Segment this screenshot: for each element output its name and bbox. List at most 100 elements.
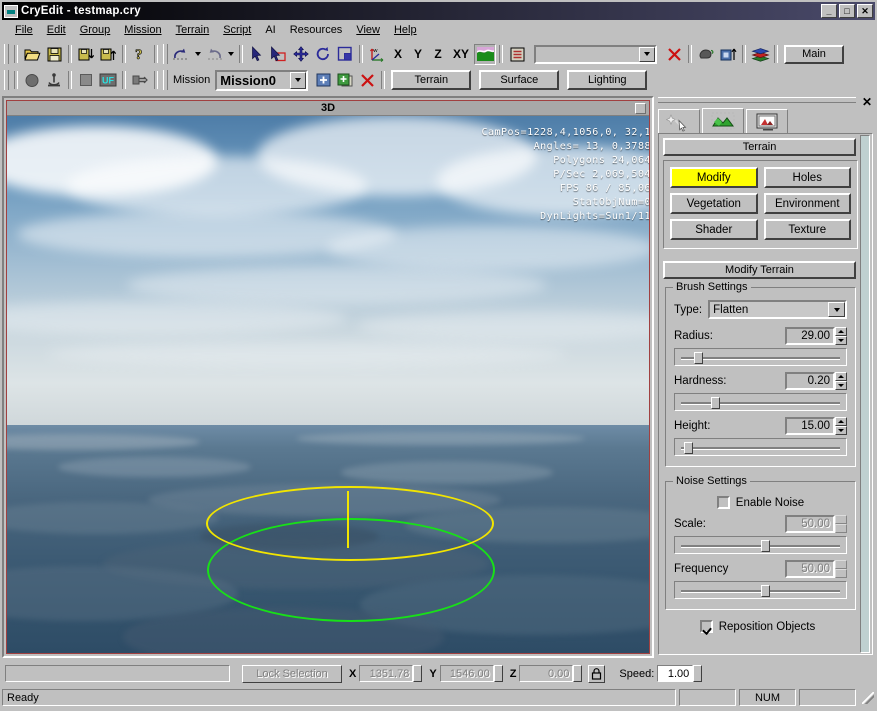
scale-tool-button[interactable] [334,44,356,65]
axis-z-button[interactable]: Z [428,47,448,61]
layer-combo-dropdown[interactable] [639,46,655,62]
select-object-button[interactable] [268,44,290,65]
noise-frequency-value[interactable]: 50.00 [785,560,835,578]
rollup-close-button[interactable]: ✕ [862,96,872,108]
spinner-down[interactable] [835,569,847,578]
menu-mission[interactable]: Mission [117,23,168,37]
reposition-objects-checkbox[interactable] [699,620,713,633]
noise-scale-slider[interactable] [674,536,847,554]
speed-value[interactable]: 1.00 [657,665,694,682]
coordinate-lock-button[interactable] [588,664,606,683]
noise-frequency-spinner[interactable] [835,560,847,578]
layers-list-button[interactable] [506,44,528,65]
move-tool-button[interactable] [290,44,312,65]
spinner-down[interactable] [835,524,847,533]
terrain-paint-button[interactable] [474,43,496,65]
modify-terrain-header[interactable]: Modify Terrain [663,261,856,279]
terrain-vegetation-button[interactable]: Vegetation [670,193,758,214]
brush-radius-value[interactable]: 29.00 [785,327,835,345]
axis-world-button[interactable]: w [366,44,388,65]
slider-thumb[interactable] [710,397,720,409]
import-up-button[interactable] [97,44,119,65]
viewport-close-box[interactable] [635,103,646,114]
mission-combo[interactable]: Mission0 [215,69,309,91]
fill-mode-button[interactable] [75,70,97,91]
ai-toggle-button[interactable] [43,70,65,91]
terrain-modify-button[interactable]: Modify [670,167,758,188]
spinner-up[interactable] [835,417,847,426]
toolbar-grip[interactable] [163,70,168,90]
lock-selection-button[interactable]: Lock Selection [242,664,342,683]
axis-y-button[interactable]: Y [408,47,428,61]
speed-spinner[interactable] [693,665,703,682]
brush-type-combo[interactable]: Flatten [708,300,847,319]
rotate-tool-button[interactable] [312,44,334,65]
terrain-texture-button[interactable]: Texture [763,219,851,240]
minimize-button[interactable]: _ [821,4,837,18]
physics-toggle-button[interactable] [21,70,43,91]
menu-ai[interactable]: AI [258,23,282,37]
rollup-drag-handle[interactable] [658,97,856,103]
menu-file[interactable]: File [8,23,40,37]
menu-terrain[interactable]: Terrain [169,23,217,37]
brush-height-slider[interactable] [674,438,847,456]
duplicate-mission-button[interactable] [334,70,356,91]
tab-objects[interactable] [658,109,700,134]
slider-thumb[interactable] [760,585,770,597]
noise-frequency-slider[interactable] [674,581,847,599]
add-mission-button[interactable] [312,70,334,91]
brush-hardness-spinner[interactable] [835,372,847,390]
coord-x-spinner[interactable] [413,665,423,682]
rollup-scrollbar[interactable] [860,135,870,653]
spinner-up[interactable] [835,327,847,336]
ui-toggle-button[interactable]: UF [97,70,119,91]
axis-xy-button[interactable]: XY [448,47,474,61]
coord-x-value[interactable]: 1351.78 [359,665,414,682]
coord-y-spinner[interactable] [493,665,503,682]
tab-terrain[interactable] [702,108,744,134]
mode-lighting-button[interactable]: Lighting [567,70,648,90]
brush-radius-slider[interactable] [674,348,847,366]
reposition-objects-row[interactable]: Reposition Objects [659,620,856,633]
spinner-down[interactable] [835,336,847,345]
layers-stack-button[interactable] [749,44,771,65]
mode-surface-button[interactable]: Surface [479,70,560,90]
toolbar-grip[interactable] [163,44,168,64]
menu-script[interactable]: Script [216,23,258,37]
delete-selection-button[interactable] [663,44,685,65]
export-down-button[interactable] [75,44,97,65]
maximize-button[interactable]: □ [839,4,855,18]
brush-hardness-value[interactable]: 0.20 [785,372,835,390]
noise-scale-value[interactable]: 50.00 [785,515,835,533]
toolbox-button[interactable] [129,70,151,91]
menu-view[interactable]: View [349,23,387,37]
terrain-shader-button[interactable]: Shader [670,219,758,240]
coord-y-value[interactable]: 1546.00 [439,665,494,682]
main-layer-button[interactable]: Main [784,44,844,64]
brush-radius-spinner[interactable] [835,327,847,345]
layer-combo[interactable] [534,44,657,64]
terrain-environment-button[interactable]: Environment [763,193,851,214]
slider-thumb[interactable] [683,442,693,454]
delete-mission-button[interactable] [356,70,378,91]
axis-x-button[interactable]: X [388,47,408,61]
window-resize-grip[interactable] [861,691,875,705]
coord-z-spinner[interactable] [573,665,583,682]
viewport-scene[interactable]: CamPos=1228,4,1056,0, 32,1 Angles= 13, 0… [7,116,649,653]
brush-height-value[interactable]: 15.00 [785,417,835,435]
spinner-up[interactable] [835,515,847,524]
selection-field[interactable] [5,665,230,682]
mode-terrain-button[interactable]: Terrain [391,70,472,90]
enable-noise-row[interactable]: Enable Noise [674,496,847,509]
mission-combo-dropdown[interactable] [290,71,307,89]
tab-display[interactable] [746,109,788,134]
menu-group[interactable]: Group [73,23,118,37]
menu-help[interactable]: Help [387,23,424,37]
redo-dropdown-button[interactable] [225,44,236,65]
menu-resources[interactable]: Resources [283,23,350,37]
open-file-button[interactable] [21,44,43,65]
undo-button[interactable] [170,44,192,65]
toolbar-grip[interactable] [4,70,9,90]
redo-button[interactable] [203,44,225,65]
spinner-up[interactable] [835,560,847,569]
